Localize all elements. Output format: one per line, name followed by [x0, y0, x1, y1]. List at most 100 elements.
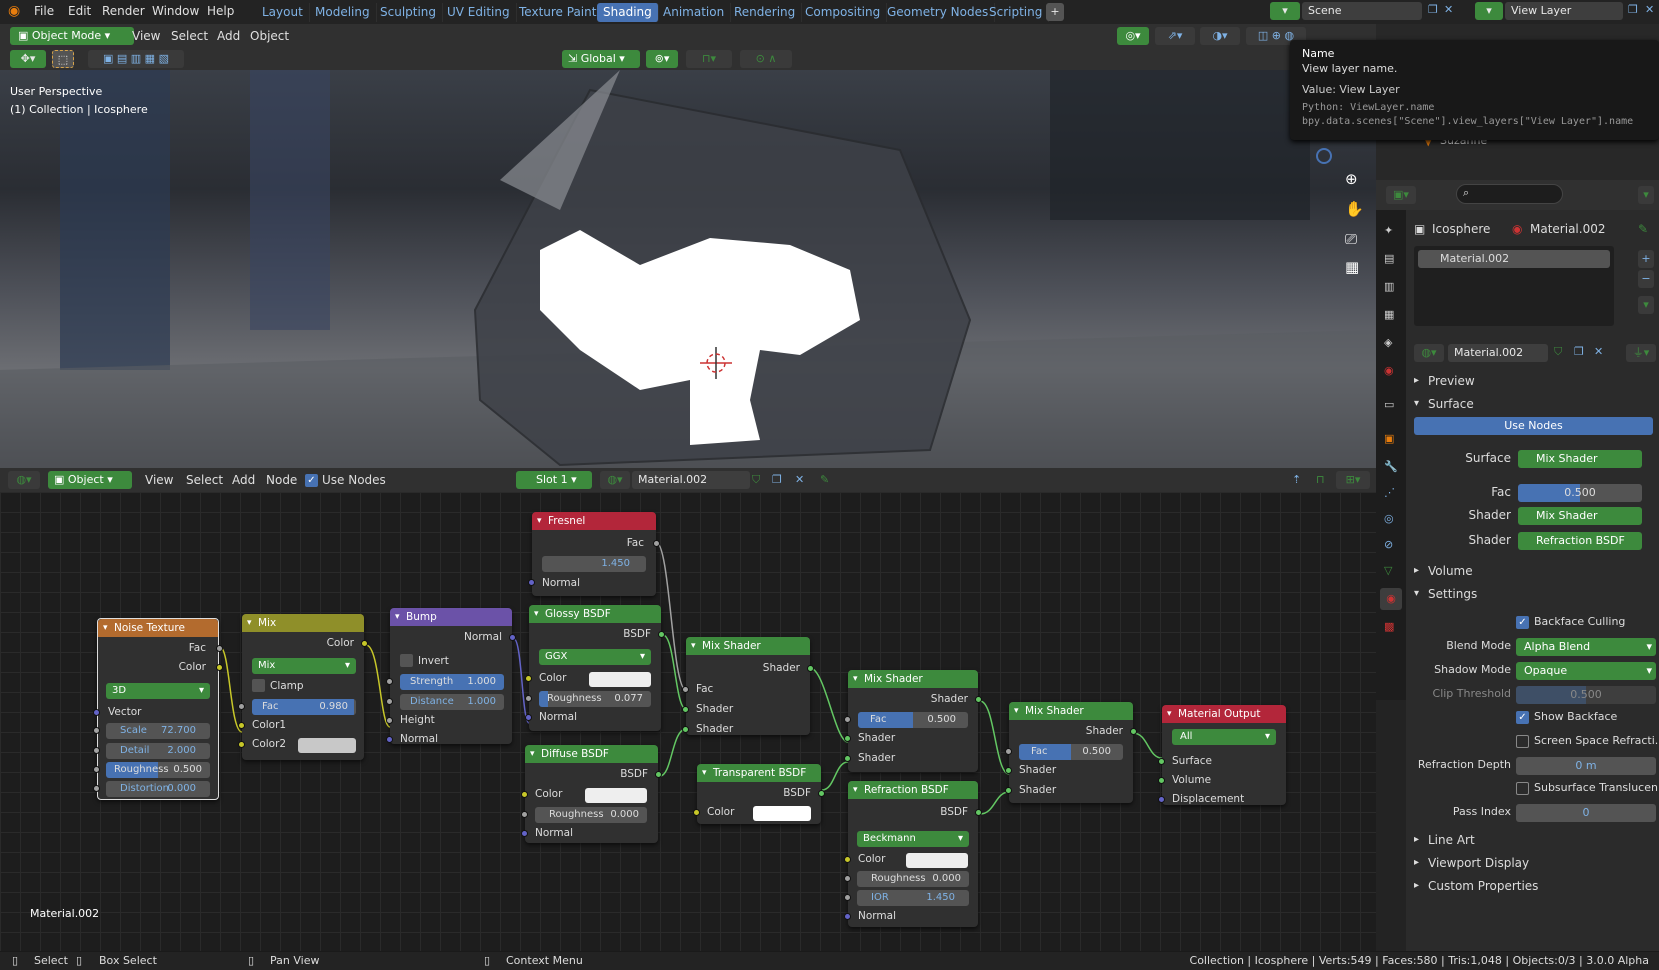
fresnel-fac-socket[interactable] [653, 540, 660, 547]
surface-chevron-icon[interactable]: ▾ [1414, 398, 1419, 409]
diffuse-node-header[interactable]: Diffuse BSDF [525, 745, 658, 763]
snap-icon[interactable]: ⊓▾ [686, 50, 732, 68]
parent-node-icon[interactable]: ⇡ [1292, 473, 1301, 486]
node-tree-icon[interactable]: ⏚▾ [1626, 344, 1656, 362]
transparent-color-swatch[interactable] [753, 806, 811, 821]
visibility-icon[interactable]: ◎▾ [1117, 27, 1149, 45]
settings-panel-header[interactable]: Settings [1428, 587, 1477, 601]
mix-shader-2-shader1-socket[interactable] [844, 735, 851, 742]
mix-shader-3-shader2-socket[interactable] [1005, 787, 1012, 794]
output-tab-icon[interactable]: ▥ [1384, 280, 1394, 293]
node-menu-node[interactable]: Node [266, 473, 297, 487]
mix-node[interactable]: Mix Color Mix▾ Clamp Fac 0.980 Color1 Col… [238, 614, 368, 760]
properties-unlink-icon[interactable]: ✕ [1594, 345, 1603, 358]
properties-options-icon[interactable]: ▾ [1638, 186, 1654, 204]
gizmo-icon[interactable]: ⇗▾ [1155, 27, 1195, 45]
noise-vector-socket[interactable] [93, 709, 100, 716]
collection-tab-icon[interactable]: ▭ [1384, 398, 1394, 411]
glossy-roughness-field[interactable]: Roughness 0.077 [539, 691, 651, 707]
custom-props-chevron-icon[interactable]: ▸ [1414, 880, 1419, 891]
noise-dimensions-dropdown[interactable]: 3D ▾ [106, 683, 210, 699]
shader2-field[interactable]: Refraction BSDF [1518, 532, 1642, 550]
grid-view-icon[interactable]: ▦ [1345, 258, 1359, 276]
glossy-roughness-socket[interactable] [525, 695, 532, 702]
noise-texture-node[interactable]: Noise Texture Fac Color 3D▾ Vector Scale… [93, 618, 223, 800]
output-surface-socket[interactable] [1158, 758, 1165, 765]
mix-shader-2-fac-socket[interactable] [844, 716, 851, 723]
transparent-color-socket[interactable] [693, 809, 700, 816]
menu-help[interactable]: Help [207, 4, 234, 18]
use-nodes-button[interactable]: Use Nodes [1414, 417, 1653, 435]
refraction-bsdf-socket[interactable] [975, 809, 982, 816]
bump-normal-out-socket[interactable] [509, 634, 516, 641]
properties-editor-type-icon[interactable]: ▣▾ [1386, 186, 1416, 204]
refraction-ior-socket[interactable] [844, 894, 851, 901]
output-volume-socket[interactable] [1158, 777, 1165, 784]
bump-strength-socket[interactable] [386, 678, 393, 685]
tab-uv-editing[interactable]: UV Editing [441, 3, 517, 22]
fac-slider[interactable]: 0.500 [1518, 484, 1642, 502]
tab-rendering[interactable]: Rendering [728, 3, 803, 22]
select-mode-icons[interactable]: ▣ ▤ ▥ ▦ ▧ [88, 50, 184, 68]
orientation-dropdown[interactable]: ⇲ Global ▾ [562, 50, 640, 68]
diffuse-normal-socket[interactable] [521, 830, 528, 837]
material-slot-list[interactable]: Material.002 [1414, 246, 1614, 326]
refraction-color-swatch[interactable] [906, 853, 968, 868]
mix-shader-1-header[interactable]: Mix Shader [686, 637, 810, 655]
mix-color2-swatch[interactable] [298, 738, 356, 753]
noise-roughness-field[interactable]: Roughness 0.500 [106, 762, 210, 778]
noise-distortion-socket[interactable] [93, 785, 100, 792]
mix-shader-1-out-socket[interactable] [807, 665, 814, 672]
pass-index-field[interactable]: 0 [1516, 804, 1656, 822]
unlink-material-icon[interactable]: ✕ [795, 473, 804, 486]
glossy-bsdf-node[interactable]: Glossy BSDF BSDF GGX▾ Color Roughness 0.0… [525, 605, 665, 731]
refraction-depth-field[interactable]: 0 m [1516, 757, 1656, 775]
delete-scene-icon[interactable]: ✕ [1444, 3, 1453, 16]
properties-fake-user-icon[interactable]: ⛉ [1554, 345, 1562, 359]
bump-strength-field[interactable]: Strength 1.000 [400, 674, 504, 690]
glossy-bsdf-socket[interactable] [658, 631, 665, 638]
viewport-menu-select[interactable]: Select [171, 29, 208, 43]
blender-logo-icon[interactable]: ◉ [8, 3, 20, 19]
volume-panel-header[interactable]: Volume [1428, 564, 1473, 578]
viewport-menu-object[interactable]: Object [250, 29, 289, 43]
tab-layout[interactable]: Layout [256, 3, 310, 22]
viewport-display-chevron-icon[interactable]: ▸ [1414, 857, 1419, 868]
mix-shader-2-header[interactable]: Mix Shader [848, 670, 978, 688]
mix-shader-3-fac-socket[interactable] [1005, 748, 1012, 755]
sss-checkbox[interactable] [1516, 782, 1529, 795]
surface-shader-field[interactable]: Mix Shader [1518, 450, 1642, 468]
node-overlay-icon[interactable]: ⊞▾ [1336, 471, 1370, 489]
scene-icon[interactable]: ▾ [1270, 2, 1300, 20]
browse-material-icon[interactable]: ◍▾ [1414, 344, 1444, 362]
mix-color1-socket[interactable] [238, 722, 245, 729]
mix-shader-1-node[interactable]: Mix Shader Shader Fac Shader Shader [682, 637, 814, 735]
viewport-display-panel-header[interactable]: Viewport Display [1428, 856, 1529, 870]
tab-compositing[interactable]: Compositing [799, 3, 888, 22]
pin-icon[interactable]: ✎ [820, 473, 829, 486]
lineart-chevron-icon[interactable]: ▸ [1414, 834, 1419, 845]
node-menu-select[interactable]: Select [186, 473, 223, 487]
refraction-roughness-field[interactable]: Roughness 0.000 [857, 871, 969, 887]
material-output-target-dropdown[interactable]: All ▾ [1172, 729, 1276, 745]
noise-detail-field[interactable]: Detail 2.000 [106, 743, 210, 759]
object-tab-icon[interactable]: ▣ [1384, 432, 1394, 445]
refraction-ior-field[interactable]: IOR 1.450 [857, 890, 969, 906]
noise-node-header[interactable]: Noise Texture [98, 619, 218, 637]
node-menu-add[interactable]: Add [232, 473, 255, 487]
noise-color-socket[interactable] [216, 664, 223, 671]
material-output-node[interactable]: Material Output All▾ Surface Volume Disp… [1158, 705, 1286, 805]
mix-fac-socket[interactable] [238, 703, 245, 710]
noise-fac-socket[interactable] [216, 645, 223, 652]
glossy-normal-socket[interactable] [525, 714, 532, 721]
pivot-icon[interactable]: ⊚▾ [646, 50, 678, 68]
backface-culling-checkbox[interactable]: ✓ [1516, 616, 1529, 629]
noise-detail-socket[interactable] [93, 747, 100, 754]
tab-geometry-nodes[interactable]: Geometry Nodes [881, 3, 996, 22]
mix-shader-1-shader1-socket[interactable] [682, 706, 689, 713]
mix-blend-dropdown[interactable]: Mix ▾ [252, 658, 356, 674]
refraction-roughness-socket[interactable] [844, 875, 851, 882]
fake-user-shield-icon[interactable]: ⛉ [752, 473, 760, 487]
refraction-normal-socket[interactable] [844, 913, 851, 920]
modifier-tab-icon[interactable]: 🔧 [1384, 460, 1398, 473]
